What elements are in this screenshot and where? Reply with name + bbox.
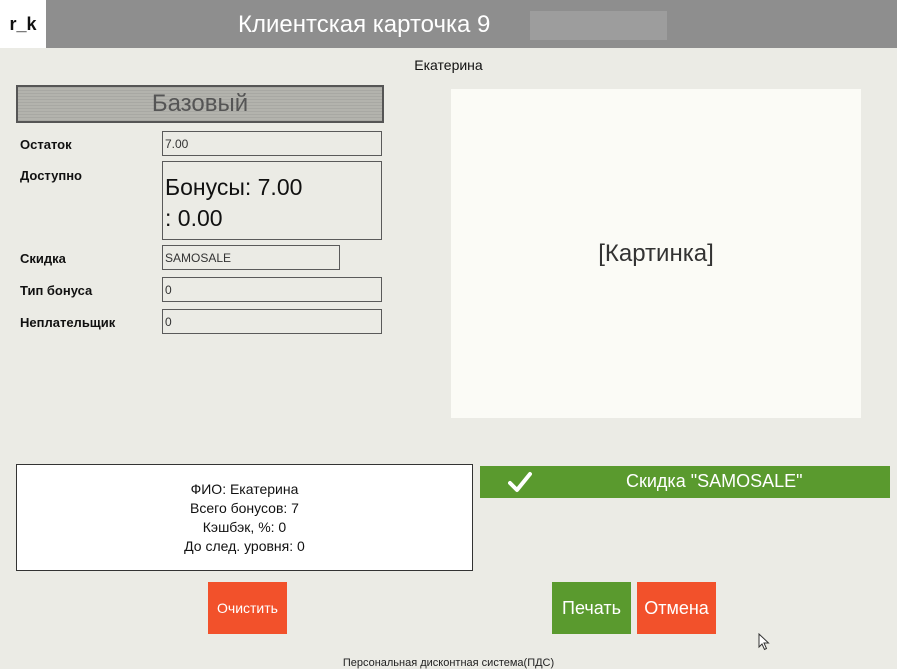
title-bar: r_k Клиентская карточка 9 bbox=[0, 0, 897, 48]
summary-next-level: До след. уровня: 0 bbox=[184, 537, 305, 554]
print-button[interactable]: Печать bbox=[552, 582, 631, 634]
available-remainder: : 0.00 bbox=[165, 205, 223, 231]
summary-fio: ФИО: Екатерина bbox=[190, 480, 299, 497]
redacted-area bbox=[530, 11, 667, 40]
window-title: Клиентская карточка 9 bbox=[238, 11, 491, 38]
bonus-type-field[interactable]: 0 bbox=[162, 277, 382, 302]
mouse-cursor-icon bbox=[758, 633, 770, 651]
client-summary: ФИО: Екатерина Всего бонусов: 7 Кэшбэк, … bbox=[16, 464, 473, 571]
discount-label: Скидка bbox=[20, 251, 66, 266]
clear-button[interactable]: Очистить bbox=[208, 582, 287, 634]
bonus-type-label: Тип бонуса bbox=[20, 283, 93, 298]
available-bonuses: Бонусы: 7.00 bbox=[165, 174, 303, 200]
discount-field[interactable]: SAMOSALE bbox=[162, 245, 340, 270]
cancel-button[interactable]: Отмена bbox=[637, 582, 716, 634]
check-icon bbox=[508, 472, 532, 492]
available-label: Доступно bbox=[20, 168, 82, 183]
summary-total-bonuses: Всего бонусов: 7 bbox=[190, 499, 299, 516]
non-payer-field[interactable]: 0 bbox=[162, 309, 382, 334]
summary-cashback: Кэшбэк, %: 0 bbox=[202, 518, 287, 535]
non-payer-label: Неплательщик bbox=[20, 315, 116, 330]
discount-status-bar: Скидка "SAMOSALE" bbox=[480, 466, 890, 498]
level-badge: Базовый bbox=[16, 85, 384, 123]
app-logo: r_k bbox=[0, 0, 46, 48]
discount-status-text: Скидка "SAMOSALE" bbox=[626, 471, 803, 491]
client-picture: [Картинка] bbox=[451, 89, 861, 418]
picture-placeholder: [Картинка] bbox=[598, 239, 714, 267]
available-field[interactable]: Бонусы: 7.00 : 0.00 bbox=[162, 161, 382, 240]
footer-caption: Персональная дисконтная система(ПДС) bbox=[342, 657, 555, 669]
balance-label: Остаток bbox=[20, 137, 72, 152]
balance-field[interactable]: 7.00 bbox=[162, 131, 382, 156]
client-name: Екатерина bbox=[414, 57, 483, 73]
